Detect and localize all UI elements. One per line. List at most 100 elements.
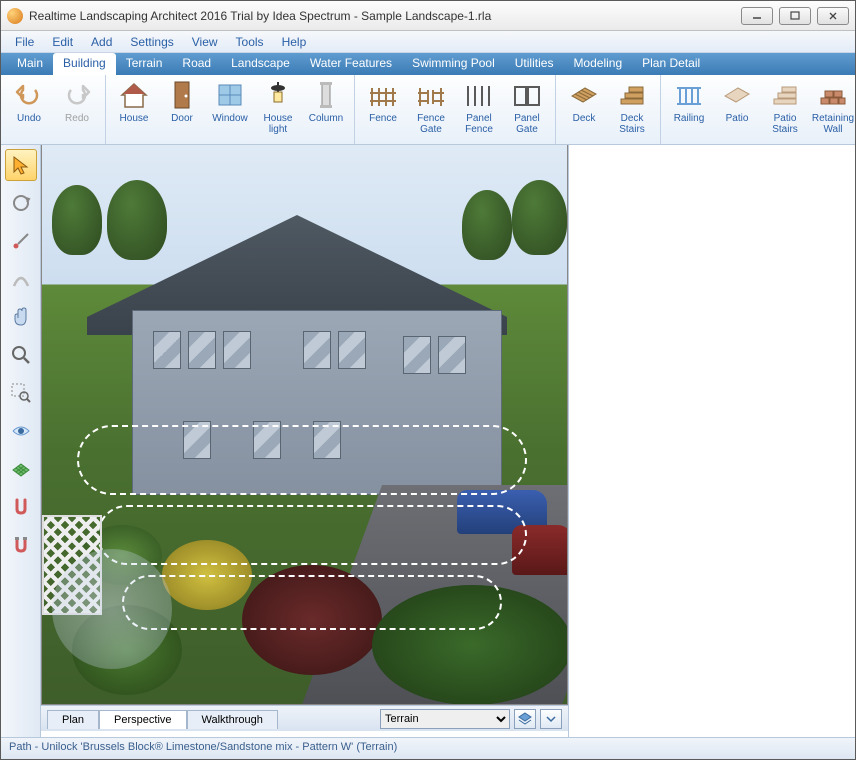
main-pane: Plan Perspective Walkthrough Terrain — [41, 145, 568, 759]
ribbon-undo-button[interactable]: Undo — [5, 77, 53, 142]
view-tabs-bar: Plan Perspective Walkthrough Terrain — [41, 705, 568, 731]
tab-building[interactable]: Building — [53, 53, 116, 75]
ribbon-label: Deck Stairs — [608, 113, 656, 135]
ribbon-label: Window — [212, 113, 248, 124]
panel-gate-icon — [511, 79, 543, 111]
dropdown-button[interactable] — [540, 709, 562, 729]
ribbon-panel-gate-button[interactable]: Panel Gate — [503, 77, 551, 142]
tab-terrain[interactable]: Terrain — [116, 53, 173, 75]
undo-icon — [13, 79, 45, 111]
ribbon-deck-stairs-button[interactable]: Deck Stairs — [608, 77, 656, 142]
ribbon-label: Column — [309, 113, 343, 124]
tool-measure[interactable] — [5, 415, 37, 447]
tool-point[interactable] — [5, 225, 37, 257]
menu-tools[interactable]: Tools — [228, 33, 272, 51]
ribbon-label: Fence Gate — [407, 113, 455, 135]
ribbon-column-button[interactable]: Column — [302, 77, 350, 142]
side-toolbar — [1, 145, 41, 759]
tab-water-features[interactable]: Water Features — [300, 53, 402, 75]
ribbon-fence-gate-button[interactable]: Fence Gate — [407, 77, 455, 142]
maximize-button[interactable] — [779, 7, 811, 25]
ribbon-label: Undo — [17, 113, 41, 124]
tab-swimming-pool[interactable]: Swimming Pool — [402, 53, 505, 75]
house-window — [153, 331, 181, 369]
house-window — [403, 336, 431, 374]
fence-gate-icon — [415, 79, 447, 111]
menu-add[interactable]: Add — [83, 33, 120, 51]
tool-zoom-area[interactable] — [5, 377, 37, 409]
ribbon-door-button[interactable]: Door — [158, 77, 206, 142]
tool-magnet[interactable] — [5, 529, 37, 561]
ribbon-panel-fence-button[interactable]: Panel Fence — [455, 77, 503, 142]
tool-grid[interactable] — [5, 453, 37, 485]
minimize-button[interactable] — [741, 7, 773, 25]
selection-outline — [77, 425, 527, 495]
view-tab-walkthrough[interactable]: Walkthrough — [187, 710, 278, 729]
ribbon-deck-button[interactable]: Deck — [560, 77, 608, 142]
view-tab-perspective[interactable]: Perspective — [99, 710, 186, 729]
tool-orbit[interactable] — [5, 187, 37, 219]
close-button[interactable] — [817, 7, 849, 25]
view-tab-plan[interactable]: Plan — [47, 710, 99, 729]
layers-button[interactable] — [514, 709, 536, 729]
point-icon — [10, 230, 32, 252]
ribbon-label: House — [120, 113, 149, 124]
window-title: Realtime Landscaping Architect 2016 Tria… — [29, 9, 741, 23]
ribbon-patio-button[interactable]: Patio — [713, 77, 761, 142]
pan-icon — [10, 306, 32, 328]
orbit-icon — [10, 192, 32, 214]
tab-modeling[interactable]: Modeling — [563, 53, 632, 75]
ribbon-retaining-wall-button[interactable]: Retaining Wall — [809, 77, 855, 142]
menu-view[interactable]: View — [184, 33, 226, 51]
tool-zoom[interactable] — [5, 339, 37, 371]
ribbon-fence-button[interactable]: Fence — [359, 77, 407, 142]
ribbon-tabstrip: Main Building Terrain Road Landscape Wat… — [1, 53, 855, 75]
column-icon — [310, 79, 342, 111]
panel-fence-icon — [463, 79, 495, 111]
ribbon: Undo Redo House Door Window House light Column… — [1, 75, 855, 145]
house-icon — [118, 79, 150, 111]
status-bar: Path - Unilock 'Brussels Block® Limeston… — [1, 737, 855, 759]
app-icon — [7, 8, 23, 24]
door-icon — [166, 79, 198, 111]
tab-landscape[interactable]: Landscape — [221, 53, 300, 75]
window-icon — [214, 79, 246, 111]
selection-outline — [122, 575, 502, 630]
tab-plan-detail[interactable]: Plan Detail — [632, 53, 710, 75]
ribbon-label: Redo — [65, 113, 89, 124]
window-controls — [741, 7, 849, 25]
ribbon-window-button[interactable]: Window — [206, 77, 254, 142]
terrain-select[interactable]: Terrain — [380, 709, 510, 729]
tab-road[interactable]: Road — [172, 53, 221, 75]
ribbon-label: House light — [254, 113, 302, 135]
ribbon-label: Panel Gate — [503, 113, 551, 135]
tool-snap[interactable] — [5, 491, 37, 523]
patio-icon — [721, 79, 753, 111]
compass-widget[interactable] — [52, 549, 172, 669]
ribbon-label: Patio — [726, 113, 749, 124]
ribbon-house-light-button[interactable]: House light — [254, 77, 302, 142]
snap-icon — [10, 496, 32, 518]
tool-curve[interactable] — [5, 263, 37, 295]
menu-edit[interactable]: Edit — [44, 33, 81, 51]
ribbon-house-button[interactable]: House — [110, 77, 158, 142]
deck-icon — [568, 79, 600, 111]
menu-file[interactable]: File — [7, 33, 42, 51]
redo-icon — [61, 79, 93, 111]
ribbon-label: Panel Fence — [455, 113, 503, 135]
chevron-down-icon — [546, 714, 556, 724]
curve-icon — [10, 268, 32, 290]
ribbon-label: Patio Stairs — [761, 113, 809, 135]
tab-main[interactable]: Main — [7, 53, 53, 75]
menu-settings[interactable]: Settings — [122, 33, 181, 51]
3d-viewport[interactable] — [41, 145, 568, 705]
ribbon-redo-button[interactable]: Redo — [53, 77, 101, 142]
ribbon-railing-button[interactable]: Railing — [665, 77, 713, 142]
tool-arrow[interactable] — [5, 149, 37, 181]
tool-pan[interactable] — [5, 301, 37, 333]
tab-utilities[interactable]: Utilities — [505, 53, 564, 75]
grid-icon — [10, 458, 32, 480]
ribbon-patio-stairs-button[interactable]: Patio Stairs — [761, 77, 809, 142]
ribbon-label: Fence — [369, 113, 397, 124]
menu-help[interactable]: Help — [274, 33, 315, 51]
